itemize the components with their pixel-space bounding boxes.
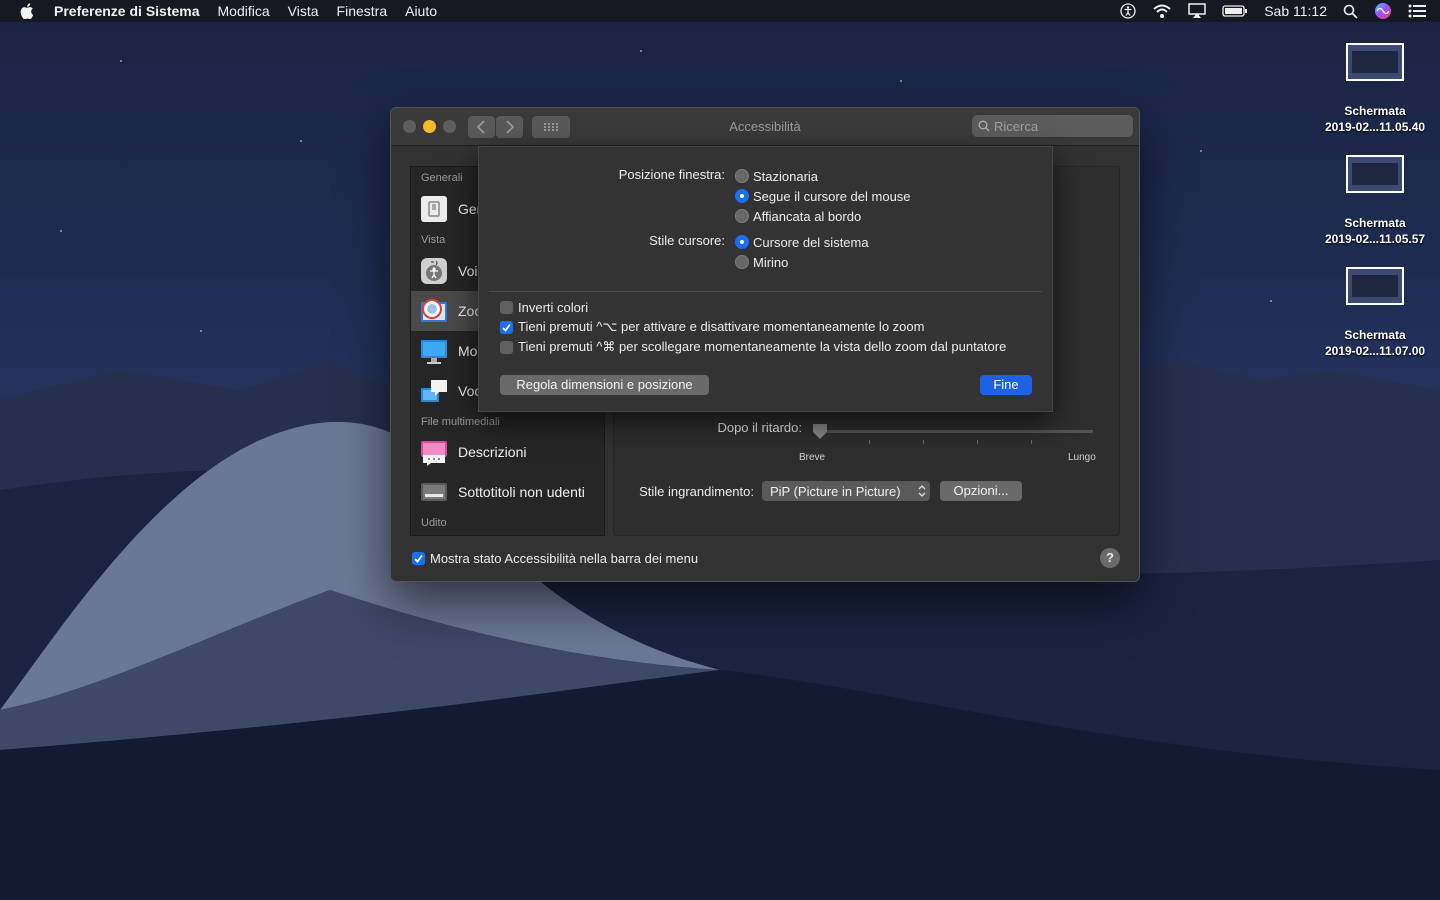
voiceover-icon bbox=[421, 258, 447, 284]
checkbox-icon bbox=[500, 340, 513, 354]
file-name-line2: 2019-02...11.05.57 bbox=[1324, 232, 1426, 246]
radio-button-selected-icon bbox=[735, 235, 749, 249]
sidebar-item-label: Sottotitoli non udenti bbox=[458, 484, 585, 500]
radio-cursore-sistema[interactable]: Cursore del sistema bbox=[735, 234, 869, 250]
search-field[interactable] bbox=[972, 115, 1133, 137]
checkbox-detach-zoom[interactable]: Tieni premuti ^⌘ per scollegare momentan… bbox=[500, 339, 1006, 355]
checkbox-label: Inverti colori bbox=[518, 299, 589, 315]
menu-vista[interactable]: Vista bbox=[288, 3, 319, 19]
zoom-icon bbox=[421, 299, 447, 322]
sidebar-item-label: Voi bbox=[458, 263, 478, 279]
zoom-style-label: Stile ingrandimento: bbox=[639, 484, 754, 499]
updown-chevron-icon bbox=[918, 485, 926, 497]
file-name-line2: 2019-02...11.05.40 bbox=[1324, 120, 1426, 134]
sidebar-section-vista: Vista bbox=[421, 234, 446, 246]
file-name-line1: Schermata bbox=[1344, 216, 1406, 230]
sidebar-section-udito: Udito bbox=[421, 517, 447, 529]
cursor-style-label: Stile cursore: bbox=[649, 233, 725, 248]
general-icon bbox=[421, 196, 447, 222]
menu-app-name[interactable]: Preferenze di Sistema bbox=[54, 3, 200, 19]
apple-menu-icon[interactable] bbox=[20, 3, 34, 19]
show-status-checkbox[interactable]: Mostra stato Accessibilità nella barra d… bbox=[412, 550, 698, 566]
airplay-icon[interactable] bbox=[1188, 3, 1206, 19]
sidebar-item-label: Descrizioni bbox=[458, 444, 527, 460]
radio-label: Stazionaria bbox=[753, 168, 819, 184]
search-icon bbox=[978, 120, 990, 132]
wifi-icon[interactable] bbox=[1152, 3, 1172, 19]
delay-max-label: Lungo bbox=[1068, 452, 1096, 463]
file-name-line1: Schermata bbox=[1344, 328, 1406, 342]
show-status-label: Mostra stato Accessibilità nella barra d… bbox=[430, 550, 699, 566]
radio-button-selected-icon bbox=[735, 189, 749, 203]
radio-segue-cursore[interactable]: Segue il cursore del mouse bbox=[735, 188, 911, 204]
sidebar-item-descriptions[interactable]: Descrizioni bbox=[411, 432, 604, 472]
checkbox-icon bbox=[500, 300, 513, 314]
display-icon bbox=[421, 340, 447, 364]
menu-bar: Preferenze di Sistema Modifica Vista Fin… bbox=[0, 0, 1440, 22]
radio-stazionaria[interactable]: Stazionaria bbox=[735, 168, 818, 184]
screenshot-thumbnail-icon bbox=[1346, 43, 1404, 81]
siri-icon[interactable] bbox=[1374, 2, 1392, 20]
divider bbox=[489, 291, 1042, 292]
notification-center-icon[interactable] bbox=[1408, 4, 1426, 18]
battery-icon[interactable] bbox=[1222, 4, 1248, 18]
menu-clock[interactable]: Sab 11:12 bbox=[1264, 3, 1327, 19]
position-label: Posizione finestra: bbox=[618, 167, 725, 182]
menu-finestra[interactable]: Finestra bbox=[337, 3, 388, 19]
radio-button-icon bbox=[735, 255, 749, 269]
sidebar-item-captions[interactable]: Sottotitoli non udenti bbox=[411, 472, 604, 512]
radio-affiancata[interactable]: Affiancata al bordo bbox=[735, 208, 861, 224]
sidebar-section-file-multimediali: File multimediali bbox=[421, 416, 500, 428]
file-name-line2: 2019-02...11.07.00 bbox=[1324, 344, 1426, 358]
radio-label: Cursore del sistema bbox=[753, 234, 869, 250]
radio-button-icon bbox=[735, 209, 749, 223]
desktop-file-screenshot-3[interactable]: Schermata 2019-02...11.07.00 bbox=[1315, 267, 1435, 359]
file-name-line1: Schermata bbox=[1344, 104, 1406, 118]
screenshot-thumbnail-icon bbox=[1346, 155, 1404, 193]
checkbox-label: Tieni premuti ^⌥ per attivare e disattiv… bbox=[518, 319, 925, 334]
help-button[interactable]: ? bbox=[1100, 548, 1120, 568]
zoom-style-select[interactable]: PiP (Picture in Picture) bbox=[762, 481, 930, 501]
captions-icon bbox=[421, 483, 447, 501]
accessibility-window: Accessibilità Generali Ger Vista Voi Zoo… bbox=[390, 107, 1140, 582]
sidebar-item-label: Mo bbox=[458, 343, 478, 359]
checkmark-icon bbox=[412, 551, 425, 565]
window-titlebar[interactable]: Accessibilità bbox=[391, 108, 1139, 146]
zoom-style-value: PiP (Picture in Picture) bbox=[770, 484, 901, 499]
radio-button-icon bbox=[735, 169, 749, 183]
spotlight-search-icon[interactable] bbox=[1343, 4, 1358, 19]
checkmark-icon bbox=[500, 320, 513, 334]
zoom-options-sheet: Posizione finestra: Stazionaria Segue il… bbox=[478, 146, 1053, 412]
screenshot-thumbnail-icon bbox=[1346, 267, 1404, 305]
checkbox-toggle-zoom[interactable]: Tieni premuti ^⌥ per attivare e disattiv… bbox=[500, 319, 924, 335]
radio-label: Segue il cursore del mouse bbox=[753, 188, 911, 204]
desktop-file-screenshot-1[interactable]: Schermata 2019-02...11.05.40 bbox=[1315, 43, 1435, 135]
checkbox-inverti-colori[interactable]: Inverti colori bbox=[500, 299, 588, 315]
menu-aiuto[interactable]: Aiuto bbox=[405, 3, 437, 19]
delay-min-label: Breve bbox=[799, 452, 826, 463]
accessibility-status-icon[interactable] bbox=[1120, 3, 1136, 19]
descriptions-icon bbox=[421, 441, 447, 466]
menu-modifica[interactable]: Modifica bbox=[218, 3, 270, 19]
adjust-size-position-button[interactable]: Regola dimensioni e posizione bbox=[500, 375, 709, 395]
radio-mirino[interactable]: Mirino bbox=[735, 254, 788, 270]
speech-icon bbox=[421, 380, 447, 402]
delay-label: Dopo il ritardo: bbox=[717, 420, 802, 435]
desktop-file-screenshot-2[interactable]: Schermata 2019-02...11.05.57 bbox=[1315, 155, 1435, 247]
delay-slider[interactable] bbox=[809, 422, 1099, 450]
zoom-options-button[interactable]: Opzioni... bbox=[940, 481, 1022, 501]
slider-thumb[interactable] bbox=[813, 424, 827, 439]
sidebar-section-generali: Generali bbox=[421, 172, 463, 184]
radio-label: Mirino bbox=[753, 254, 789, 270]
radio-label: Affiancata al bordo bbox=[753, 208, 862, 224]
done-button[interactable]: Fine bbox=[980, 375, 1032, 395]
checkbox-label: Tieni premuti ^⌘ per scollegare momentan… bbox=[518, 339, 1007, 354]
search-input[interactable] bbox=[994, 115, 1130, 137]
